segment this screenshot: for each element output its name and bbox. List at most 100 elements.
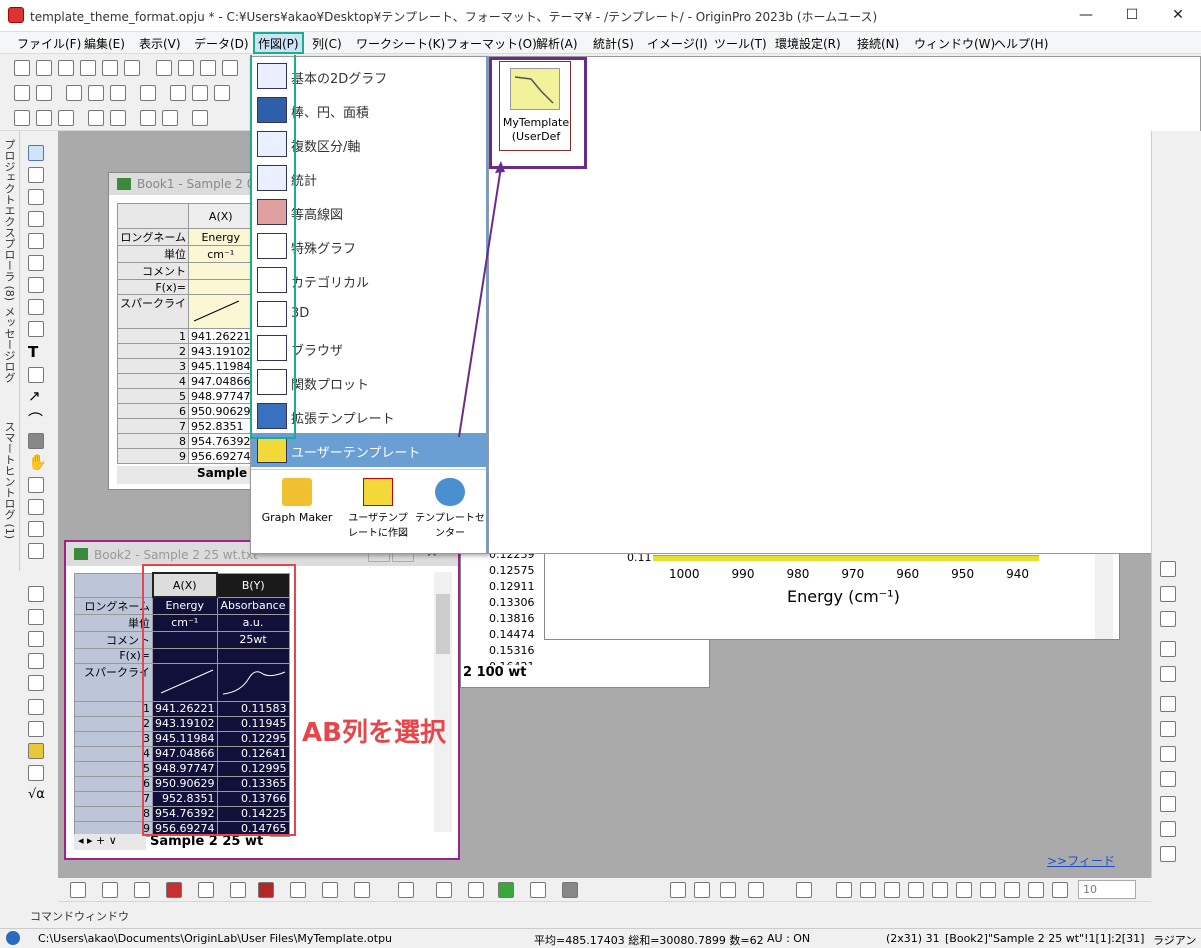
arrow-tool-icon[interactable]: ↗ [28,387,41,405]
data-cell[interactable]: 954.76392 [188,433,254,449]
data-reader-icon[interactable] [28,211,44,227]
screen-reader-icon[interactable] [28,233,44,249]
menu-analysis[interactable]: 解析(A) [536,35,578,52]
same-width-icon[interactable] [1160,721,1176,737]
longname-cell[interactable]: Energy [188,228,254,246]
comment-cell[interactable] [188,262,254,280]
data-cell[interactable]: 948.97747 [188,388,254,404]
circle-tool-icon[interactable] [28,609,44,625]
mask-tool-icon[interactable] [28,299,44,315]
perspective-icon[interactable] [884,882,900,898]
row-header[interactable]: 9 [117,448,189,464]
fill-color-icon[interactable] [436,882,452,898]
template-plot-icon[interactable] [354,882,370,898]
box-plot-icon[interactable] [322,882,338,898]
area-plot-icon[interactable] [258,882,274,898]
back-icon[interactable] [14,110,30,126]
stack-icon[interactable] [28,653,44,669]
graph-maker-button[interactable]: Graph Maker [261,478,333,524]
import-csv-icon[interactable] [36,85,52,101]
mirror-icon[interactable] [720,882,736,898]
insert-chart-icon[interactable] [28,499,44,515]
book3-sheet-tab[interactable]: 2 100 wt [461,665,541,681]
scatter-plot-icon[interactable] [102,882,118,898]
up-icon[interactable] [58,110,74,126]
shade-icon[interactable] [562,882,578,898]
row-header[interactable]: 8 [74,805,153,822]
back-layer-icon[interactable] [1160,846,1176,862]
pointer-tool-icon[interactable] [28,145,44,161]
menu-help[interactable]: ヘルプ(H) [994,35,1048,52]
align-left-icon[interactable] [1160,641,1176,657]
menu-image[interactable]: イメージ(I) [647,35,708,52]
fit-icon[interactable] [1004,882,1020,898]
forward-icon[interactable] [36,110,52,126]
line-symbol-icon[interactable] [134,882,150,898]
book1-sheet-tab[interactable]: Sample [117,466,253,484]
import-excel-icon[interactable] [66,85,82,101]
book1-col-a[interactable]: A(X) [188,203,254,229]
group-icon[interactable] [1160,771,1176,787]
row-header[interactable]: 7 [117,418,189,434]
data-cell[interactable]: 941.26221 [188,328,254,344]
new-notes-icon[interactable] [102,60,118,76]
sqrt-icon[interactable]: √α [28,787,45,802]
row-header[interactable]: 8 [117,433,189,449]
add-plot-icon[interactable] [170,85,186,101]
book1-sheet[interactable]: A(X) ロングネーム Energy 単位 cm⁻¹ コメント F(x)= スパーク… [117,203,254,464]
line-color-icon[interactable] [468,882,484,898]
menu-file[interactable]: ファイル(F) [17,35,81,52]
text-tool-icon[interactable]: T [28,343,38,361]
same-height-icon[interactable] [1160,746,1176,762]
distribute-icon[interactable] [1160,696,1176,712]
ungroup-icon[interactable] [1160,796,1176,812]
smart-hint-tab[interactable]: スマートヒントログ (1) [1,421,17,539]
maximize-button[interactable]: ☐ [1109,0,1155,32]
import-wizard-icon[interactable] [14,85,30,101]
duplicate-icon[interactable] [140,85,156,101]
template-center-button[interactable]: テンプレートセンター [415,478,485,540]
swap-icon[interactable] [1160,586,1176,602]
menu-view[interactable]: 表示(V) [139,35,181,52]
row-header[interactable]: 6 [74,775,153,792]
book2-sheet-tab[interactable]: Sample 2 25 wt [150,834,270,850]
merge-icon[interactable] [28,631,44,647]
data-cell[interactable]: 956.69274 [188,448,254,464]
new-project-icon[interactable] [14,60,30,76]
book1-window[interactable]: Book1 - Sample 2 0 w A(X) ロングネームEnergy 単… [108,172,254,490]
find-icon[interactable] [124,60,140,76]
export-icon[interactable] [88,85,104,101]
menu-edit[interactable]: 編集(E) [84,35,125,52]
clip-icon[interactable] [1028,882,1044,898]
zoom-in-icon[interactable] [28,167,44,183]
open-icon[interactable] [156,60,172,76]
new-worksheet-icon[interactable] [36,60,52,76]
pin-icon[interactable] [162,110,178,126]
rotate-icon[interactable] [836,882,852,898]
graph-scrollbar[interactable] [1095,547,1113,639]
menu-preferences[interactable]: 環境設定(R) [775,35,841,52]
row-header[interactable]: 7 [74,790,153,807]
align-right-icon[interactable] [1160,666,1176,682]
graph-window[interactable]: 0.11 1000 990 980 970 960 950 940 Energy (cm⁻¹… [544,540,1120,640]
data-cell[interactable]: 947.04866 [188,373,254,389]
book2-vertical-scrollbar[interactable] [434,572,452,832]
line-plot-icon[interactable] [70,882,86,898]
data-cell[interactable]: 945.11984 [188,358,254,374]
row-header[interactable]: 1 [74,700,153,717]
flip-icon[interactable] [860,882,876,898]
layer-icon[interactable] [1160,561,1176,577]
command-window-tab[interactable]: コマンドウィンドウ [20,905,140,925]
close-button[interactable]: ✕ [1155,0,1201,32]
trapezoid-icon[interactable] [956,882,972,898]
refresh-icon[interactable] [140,110,156,126]
tilt-icon[interactable] [908,882,924,898]
table-icon[interactable] [28,765,44,781]
hand-tool-icon[interactable]: ✋ [28,453,47,471]
face-icon[interactable] [670,882,686,898]
resize-icon[interactable] [748,882,764,898]
contour-plot-icon[interactable] [198,882,214,898]
row-header[interactable]: 3 [117,358,189,374]
book2-window[interactable]: Book2 - Sample 2 25 wt.txt ✕ A(X) B(Y) ロ… [64,540,460,860]
remove-column-icon[interactable] [110,110,126,126]
